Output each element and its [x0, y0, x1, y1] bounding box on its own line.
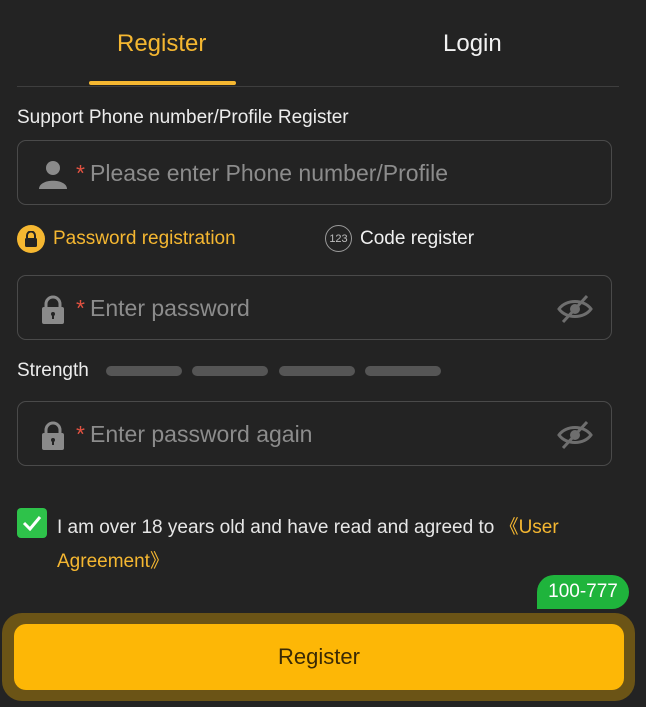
account-input[interactable] — [88, 141, 552, 206]
code-register-label: Code register — [360, 227, 475, 249]
required-mark: * — [76, 421, 85, 447]
strength-bar — [192, 366, 268, 376]
agreement-statement: I am over 18 years old and have read and… — [57, 517, 500, 538]
strength-label: Strength — [17, 360, 89, 381]
confirm-password-field: * — [17, 401, 612, 467]
code-register-option[interactable]: 123 Code register — [325, 225, 474, 252]
active-tab-indicator — [89, 81, 236, 85]
lock-badge-icon — [17, 225, 45, 253]
agreement-checkbox[interactable] — [17, 508, 47, 538]
promo-badge: 100-777 — [537, 575, 629, 609]
support-label: Support Phone number/Profile Register — [17, 107, 349, 128]
password-field: * — [17, 275, 612, 341]
tab-register[interactable]: Register — [117, 30, 206, 58]
password-registration-option[interactable]: Password registration — [17, 225, 236, 253]
strength-bar — [279, 366, 355, 376]
user-icon — [39, 161, 67, 189]
strength-bar — [365, 366, 441, 376]
strength-bar — [106, 366, 182, 376]
required-mark: * — [76, 295, 85, 321]
confirm-password-input[interactable] — [88, 402, 552, 467]
account-field: * — [17, 140, 612, 206]
register-mode-selector: Password registration 123 Code register — [17, 225, 619, 259]
register-button[interactable]: Register — [14, 624, 624, 690]
auth-tabs: Register Login — [17, 0, 619, 87]
password-input[interactable] — [88, 276, 552, 341]
required-mark: * — [76, 160, 85, 186]
agreement-text: I am over 18 years old and have read and… — [57, 511, 617, 579]
numeric-code-icon: 123 — [325, 225, 352, 252]
password-registration-label: Password registration — [53, 228, 236, 249]
checkmark-icon — [22, 516, 42, 531]
eye-hidden-icon[interactable] — [557, 294, 593, 324]
lock-icon — [42, 295, 64, 324]
register-button-frame: Register — [2, 613, 635, 701]
register-page: Register Login Support Phone number/Prof… — [0, 0, 646, 707]
tab-login[interactable]: Login — [443, 30, 502, 58]
eye-hidden-icon[interactable] — [557, 420, 593, 450]
lock-icon — [42, 421, 64, 450]
